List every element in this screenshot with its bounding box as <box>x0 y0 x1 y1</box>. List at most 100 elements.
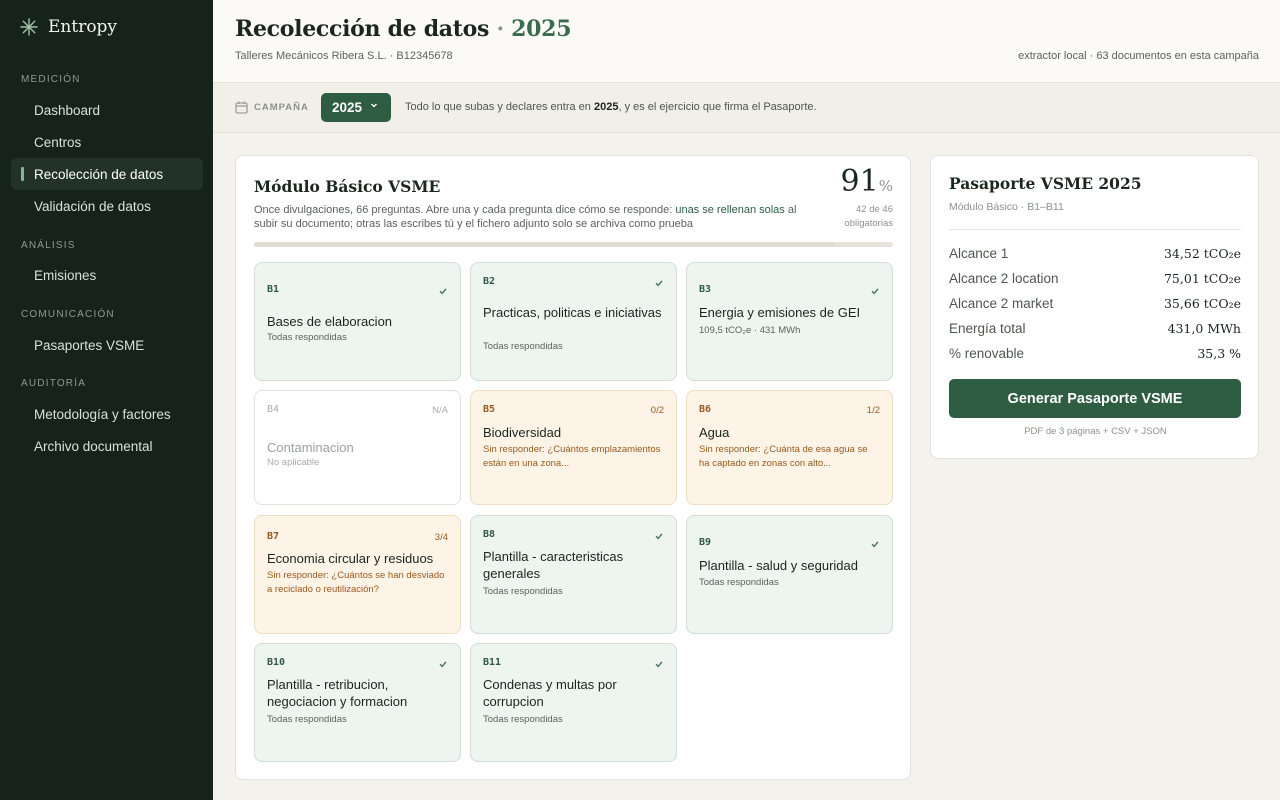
passport-row-label: % renovable <box>949 345 1025 361</box>
brand[interactable]: Entropy <box>20 17 117 37</box>
disclosure-card-b4[interactable]: B4 N/A Contaminacion No aplicable <box>254 390 461 505</box>
disclosure-status: Sin responder: ¿Cuántos emplazamientos e… <box>483 444 661 469</box>
disclosure-card-b8[interactable]: B8 Plantilla - caracteristicas generales T… <box>470 515 677 634</box>
disclosure-card-b9[interactable]: B9 Plantilla - salud y seguridad Todas res… <box>686 515 893 634</box>
passport-row-value: 35,66 tCO₂e <box>1163 295 1241 311</box>
disclosure-code: B11 <box>483 657 502 668</box>
disclosure-title: Condenas y multas por corrupcion <box>483 677 617 709</box>
sidebar-item-archivo[interactable]: Archivo documental <box>11 430 203 462</box>
disclosure-code: B7 <box>267 531 280 542</box>
disclosure-code: B6 <box>699 404 712 415</box>
disclosure-status: Todas respondidas <box>267 714 347 725</box>
disclosure-card-b7[interactable]: B7 3/4 Economia circular y residuos Sin res… <box>254 515 461 634</box>
disclosure-status: No aplicable <box>267 457 320 468</box>
disclosure-progress-badge: 1/2 <box>866 405 880 416</box>
check-icon <box>655 661 663 668</box>
sidebar-item-pasaportes[interactable]: Pasaportes VSME <box>11 329 203 361</box>
chevron-down-icon <box>371 103 377 108</box>
disclosure-card-b1[interactable]: B1 Bases de elaboracion Todas respondidas <box>254 262 461 381</box>
passport-row-value: 75,01 tCO₂e <box>1163 270 1241 286</box>
passport-row-value: 431,0 MWh <box>1167 320 1241 336</box>
disclosure-status: Todas respondidas <box>483 714 563 725</box>
passport-row-label: Alcance 2 market <box>949 295 1054 311</box>
passport-divider <box>949 229 1241 230</box>
passport-subtitle: Módulo Básico · B1–B11 <box>949 201 1064 213</box>
completion-progress-fill <box>254 242 836 247</box>
campaign-bar: CAMPAÑA 2025 Todo lo que subas y declare… <box>213 83 1280 133</box>
module-panel: Módulo Básico VSME Once divulgaciones, 6… <box>235 155 911 780</box>
page-header: Recolección de datos · 2025 Talleres Mec… <box>213 0 1280 83</box>
calendar-icon <box>235 101 248 114</box>
disclosure-status: Todas respondidas <box>699 577 779 588</box>
disclosure-status: Todas respondidas <box>267 332 347 343</box>
disclosure-title: Bases de elaboracion <box>267 314 393 329</box>
check-icon <box>655 533 663 540</box>
company-info: Talleres Mecánicos Ribera S.L. · B123456… <box>235 50 453 62</box>
completion-score: 91% <box>841 164 893 199</box>
disclosure-code: B10 <box>267 657 286 668</box>
sidebar-item-centros[interactable]: Centros <box>11 126 203 158</box>
campaign-hint-text: Todo lo que subas y declares entra en <box>405 101 594 113</box>
passport-row-value: 34,52 tCO₂e <box>1163 245 1241 261</box>
campaign-hint-tail: , y es el ejercicio que firma el Pasapor… <box>618 101 817 113</box>
page-title-separator: · <box>496 16 504 42</box>
check-icon <box>871 541 879 548</box>
disclosure-card-b3[interactable]: B3 Energia y emisiones de GEI 109,5 tCO₂e … <box>686 262 893 381</box>
campaign-year-select[interactable]: 2025 <box>321 93 391 122</box>
passport-row: Alcance 2 location 75,01 tCO₂e <box>949 268 1241 288</box>
disclosure-code: B9 <box>699 537 712 548</box>
passport-row-value: 35,3 % <box>1197 345 1241 361</box>
completion-score-detail: 42 de 46 obligatorias <box>844 204 893 229</box>
passport-row-label: Alcance 1 <box>949 245 1009 261</box>
extractor-info: extractor local · 63 documentos en esta … <box>1018 50 1259 62</box>
campaign-label: CAMPAÑA <box>254 102 309 113</box>
passport-row: % renovable 35,3 % <box>949 343 1241 363</box>
disclosure-progress-badge: N/A <box>432 405 448 416</box>
sidebar: Entropy MEDICIÓN Dashboard Centros Recol… <box>0 0 213 800</box>
disclosure-title: Practicas, politicas e iniciativas <box>483 305 662 320</box>
generate-passport-button[interactable]: Generar Pasaporte VSME <box>949 379 1241 418</box>
sidebar-item-emisiones[interactable]: Emisiones <box>11 259 203 291</box>
disclosure-progress-badge: 3/4 <box>434 532 448 543</box>
module-description: Once divulgaciones, 66 preguntas. Abre u… <box>254 203 819 231</box>
check-icon <box>439 661 447 668</box>
check-icon <box>871 288 879 295</box>
passport-row-label: Alcance 2 location <box>949 270 1059 286</box>
check-icon <box>655 280 663 287</box>
disclosure-title: Biodiversidad <box>483 425 562 440</box>
disclosure-card-b2[interactable]: B2 Practicas, politicas e iniciativas Toda… <box>470 262 677 381</box>
disclosure-status: Sin responder: ¿Cuántos se han desviado … <box>267 570 445 595</box>
passport-row: Alcance 2 market 35,66 tCO₂e <box>949 293 1241 313</box>
disclosure-card-b5[interactable]: B5 0/2 Biodiversidad Sin responder: ¿Cuánto… <box>470 390 677 505</box>
nav-section-medicion: MEDICIÓN <box>21 74 81 85</box>
module-title: Módulo Básico VSME <box>254 177 441 196</box>
nav-section-analisis: ANÁLISIS <box>21 240 76 251</box>
nav-section-auditoria: AUDITORÍA <box>21 378 87 389</box>
campaign-hint-year: 2025 <box>593 101 619 113</box>
disclosure-card-b6[interactable]: B6 1/2 Agua Sin responder: ¿Cuánta de esa a… <box>686 390 893 505</box>
disclosure-progress-badge: 0/2 <box>650 405 664 416</box>
module-description-text: Once divulgaciones, 66 preguntas. Abre u… <box>254 204 676 216</box>
disclosure-status: Todas respondidas <box>483 341 563 352</box>
completion-score-value: 91 <box>840 164 879 199</box>
asterisk-logo-icon <box>20 18 38 36</box>
sidebar-item-recoleccion[interactable]: Recolección de datos <box>11 158 203 190</box>
campaign-hint: Todo lo que subas y declares entra en 20… <box>405 101 817 113</box>
sidebar-item-dashboard[interactable]: Dashboard <box>11 94 203 126</box>
disclosure-title: Agua <box>699 425 730 440</box>
passport-footnote: PDF de 3 páginas + CSV + JSON <box>1024 426 1167 437</box>
sidebar-item-validacion[interactable]: Validación de datos <box>11 190 203 222</box>
module-description-highlight: unas se rellenan solas <box>675 204 785 216</box>
disclosure-code: B1 <box>267 284 280 295</box>
disclosure-code: B4 <box>267 404 280 415</box>
disclosure-title: Contaminacion <box>267 440 354 455</box>
disclosure-title: Economia circular y residuos <box>267 551 434 566</box>
disclosure-title: Plantilla - salud y seguridad <box>699 558 858 573</box>
passport-row: Energía total 431,0 MWh <box>949 318 1241 338</box>
disclosure-title: Plantilla - caracteristicas generales <box>483 549 624 581</box>
page-title-text: Recolección de datos <box>235 16 490 42</box>
sidebar-item-metodologia[interactable]: Metodología y factores <box>11 398 203 430</box>
disclosure-card-b10[interactable]: B10 Plantilla - retribucion, negociacion … <box>254 643 461 762</box>
campaign-year-value: 2025 <box>332 100 363 115</box>
disclosure-card-b11[interactable]: B11 Condenas y multas por corrupcion Todas… <box>470 643 677 762</box>
